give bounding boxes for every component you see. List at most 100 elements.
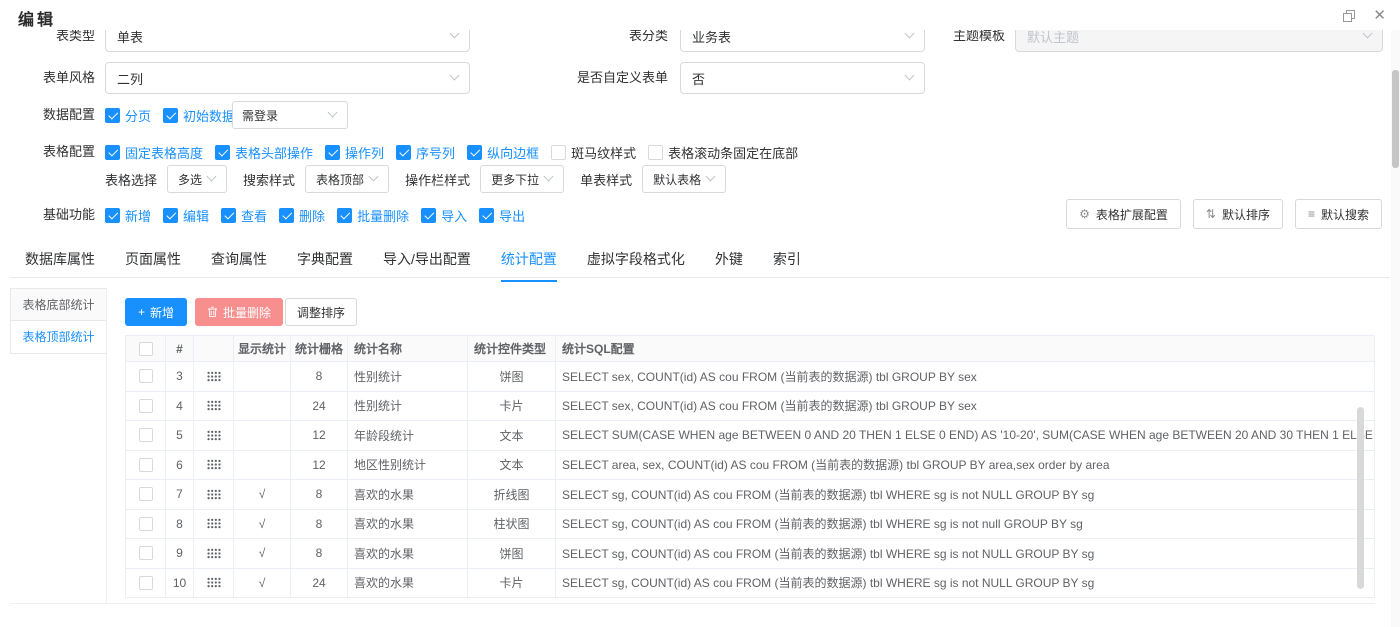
tab-virtual-field-format[interactable]: 虚拟字段格式化 <box>587 249 685 282</box>
default-search-button[interactable]: ≡默认搜索 <box>1295 199 1382 229</box>
row-checkbox[interactable] <box>139 546 153 560</box>
row-drag-cell[interactable] <box>194 421 234 451</box>
checkbox-zebra-style[interactable]: 斑马纹样式 <box>551 143 636 162</box>
table-row: 612地区性别统计文本SELECT area, sex, COUNT(id) A… <box>126 451 1374 481</box>
row-show-cell <box>234 362 291 392</box>
checkbox-table-header-actions[interactable]: 表格头部操作 <box>215 143 313 162</box>
data-config-label: 数据配置 <box>20 104 95 126</box>
row-drag-cell[interactable] <box>194 451 234 481</box>
action-bar-style-select[interactable]: 更多下拉 <box>480 165 564 193</box>
checkbox-pagination[interactable]: 分页 <box>105 106 151 125</box>
row-checkbox[interactable] <box>139 487 153 501</box>
header-index: # <box>166 336 194 362</box>
row-drag-cell[interactable] <box>194 392 234 422</box>
checkbox-batch-delete[interactable]: 批量删除 <box>337 206 409 225</box>
checkbox-label: 纵向边框 <box>487 143 539 162</box>
search-style-select[interactable]: 表格顶部 <box>305 165 389 193</box>
form-style-select[interactable]: 二列 <box>105 62 470 94</box>
dialog-titlebar: 编辑 ✕ <box>0 0 1400 30</box>
row-checkbox[interactable] <box>139 399 153 413</box>
row-drag-cell[interactable] <box>194 510 234 540</box>
checkbox-label: 表格头部操作 <box>235 143 313 162</box>
single-table-style-value: 默认表格 <box>653 171 701 188</box>
gear-icon: ⚙ <box>1079 207 1090 221</box>
row-drag-cell[interactable] <box>194 480 234 510</box>
login-mode-select[interactable]: 需登录 <box>232 101 348 129</box>
row-select-cell[interactable] <box>126 392 166 422</box>
checkbox-action-column[interactable]: 操作列 <box>325 143 384 162</box>
checkbox-view[interactable]: 查看 <box>221 206 267 225</box>
table-select-mode-label: 表格选择 <box>105 170 157 189</box>
row-grid-cell: 8 <box>291 362 348 392</box>
row-select-cell[interactable] <box>126 539 166 569</box>
row-drag-cell[interactable] <box>194 569 234 599</box>
tab-page-props[interactable]: 页面属性 <box>125 249 181 282</box>
row-select-cell[interactable] <box>126 569 166 599</box>
row-select-cell[interactable] <box>126 421 166 451</box>
row-sql-cell: SELECT sex, COUNT(id) AS cou FROM (当前表的数… <box>556 362 1374 392</box>
row-select-cell[interactable] <box>126 480 166 510</box>
row-select-cell[interactable] <box>126 451 166 481</box>
checkbox-vertical-border[interactable]: 纵向边框 <box>467 143 539 162</box>
add-button[interactable]: + 新增 <box>125 298 187 326</box>
row-select-cell[interactable] <box>126 510 166 540</box>
row-widget-cell: 文本 <box>468 421 556 451</box>
custom-form-select[interactable]: 否 <box>680 62 925 94</box>
checkbox-export[interactable]: 导出 <box>479 206 525 225</box>
table-scrollbar-thumb[interactable] <box>1357 407 1364 589</box>
row-name-cell: 地区性别统计 <box>348 451 468 481</box>
tab-foreign-key[interactable]: 外键 <box>715 249 743 282</box>
row-name-cell: 喜欢的水果 <box>348 539 468 569</box>
row-checkbox[interactable] <box>139 369 153 383</box>
tab-dict-config[interactable]: 字典配置 <box>297 249 353 282</box>
page-scrollbar-thumb[interactable] <box>1392 70 1399 168</box>
row-name-cell: 喜欢的水果 <box>348 569 468 599</box>
row-checkbox[interactable] <box>139 517 153 531</box>
batch-delete-label: 批量删除 <box>223 304 271 321</box>
checkbox-delete[interactable]: 删除 <box>279 206 325 225</box>
drag-handle-icon <box>207 577 221 588</box>
checkbox-label: 导入 <box>441 206 467 225</box>
batch-delete-button[interactable]: 批量删除 <box>195 298 283 326</box>
tab-db-props[interactable]: 数据库属性 <box>25 249 95 282</box>
form-style-value: 二列 <box>117 69 143 88</box>
select-all-checkbox[interactable] <box>139 342 153 356</box>
adjust-order-button[interactable]: 调整排序 <box>285 298 357 326</box>
checkbox-import[interactable]: 导入 <box>421 206 467 225</box>
checkbox-add[interactable]: 新增 <box>105 206 151 225</box>
tab-import-export-config[interactable]: 导入/导出配置 <box>383 249 471 282</box>
fullscreen-icon[interactable] <box>1343 10 1355 22</box>
tab-index[interactable]: 索引 <box>773 249 801 282</box>
tab-query-props[interactable]: 查询属性 <box>211 249 267 282</box>
row-checkbox[interactable] <box>139 458 153 472</box>
close-icon[interactable]: ✕ <box>1373 9 1386 23</box>
row-index-cell: 10 <box>166 569 194 599</box>
tab-stat-config[interactable]: 统计配置 <box>501 249 557 282</box>
row-drag-cell[interactable] <box>194 539 234 569</box>
table-select-mode-select[interactable]: 多选 <box>167 165 227 193</box>
row-grid-cell: 8 <box>291 539 348 569</box>
checkbox-scrollbar-fixed-bottom[interactable]: 表格滚动条固定在底部 <box>648 143 798 162</box>
checkbox-edit[interactable]: 编辑 <box>163 206 209 225</box>
single-table-style-select[interactable]: 默认表格 <box>642 165 726 193</box>
row-checkbox[interactable] <box>139 428 153 442</box>
drag-handle-icon <box>207 459 221 470</box>
header-select-all[interactable] <box>126 336 166 362</box>
checkbox-label: 批量删除 <box>357 206 409 225</box>
checkbox-index-column[interactable]: 序号列 <box>396 143 455 162</box>
table-config-checkbox-group: 固定表格高度 表格头部操作操作列 序号列 纵向边框斑马纹样式 表格滚动条固定在底部 <box>105 141 798 163</box>
row-drag-cell[interactable] <box>194 362 234 392</box>
checkbox-label: 表格滚动条固定在底部 <box>668 143 798 162</box>
row-checkbox[interactable] <box>139 576 153 590</box>
row-widget-cell: 折线图 <box>468 480 556 510</box>
checkbox-label: 序号列 <box>416 143 455 162</box>
action-bar-style-value: 更多下拉 <box>491 171 539 188</box>
table-extend-config-button[interactable]: ⚙表格扩展配置 <box>1066 199 1181 229</box>
side-tab-table-bottom-stat[interactable]: 表格底部统计 <box>10 288 106 321</box>
default-sort-button[interactable]: ⇅默认排序 <box>1193 199 1283 229</box>
checkbox-fixed-table-height[interactable]: 固定表格高度 <box>105 143 203 162</box>
row-select-cell[interactable] <box>126 362 166 392</box>
side-tab-table-top-stat[interactable]: 表格顶部统计 <box>10 321 106 354</box>
table-row: 8√8喜欢的水果柱状图SELECT sg, COUNT(id) AS cou F… <box>126 510 1374 540</box>
row-show-cell: √ <box>234 539 291 569</box>
